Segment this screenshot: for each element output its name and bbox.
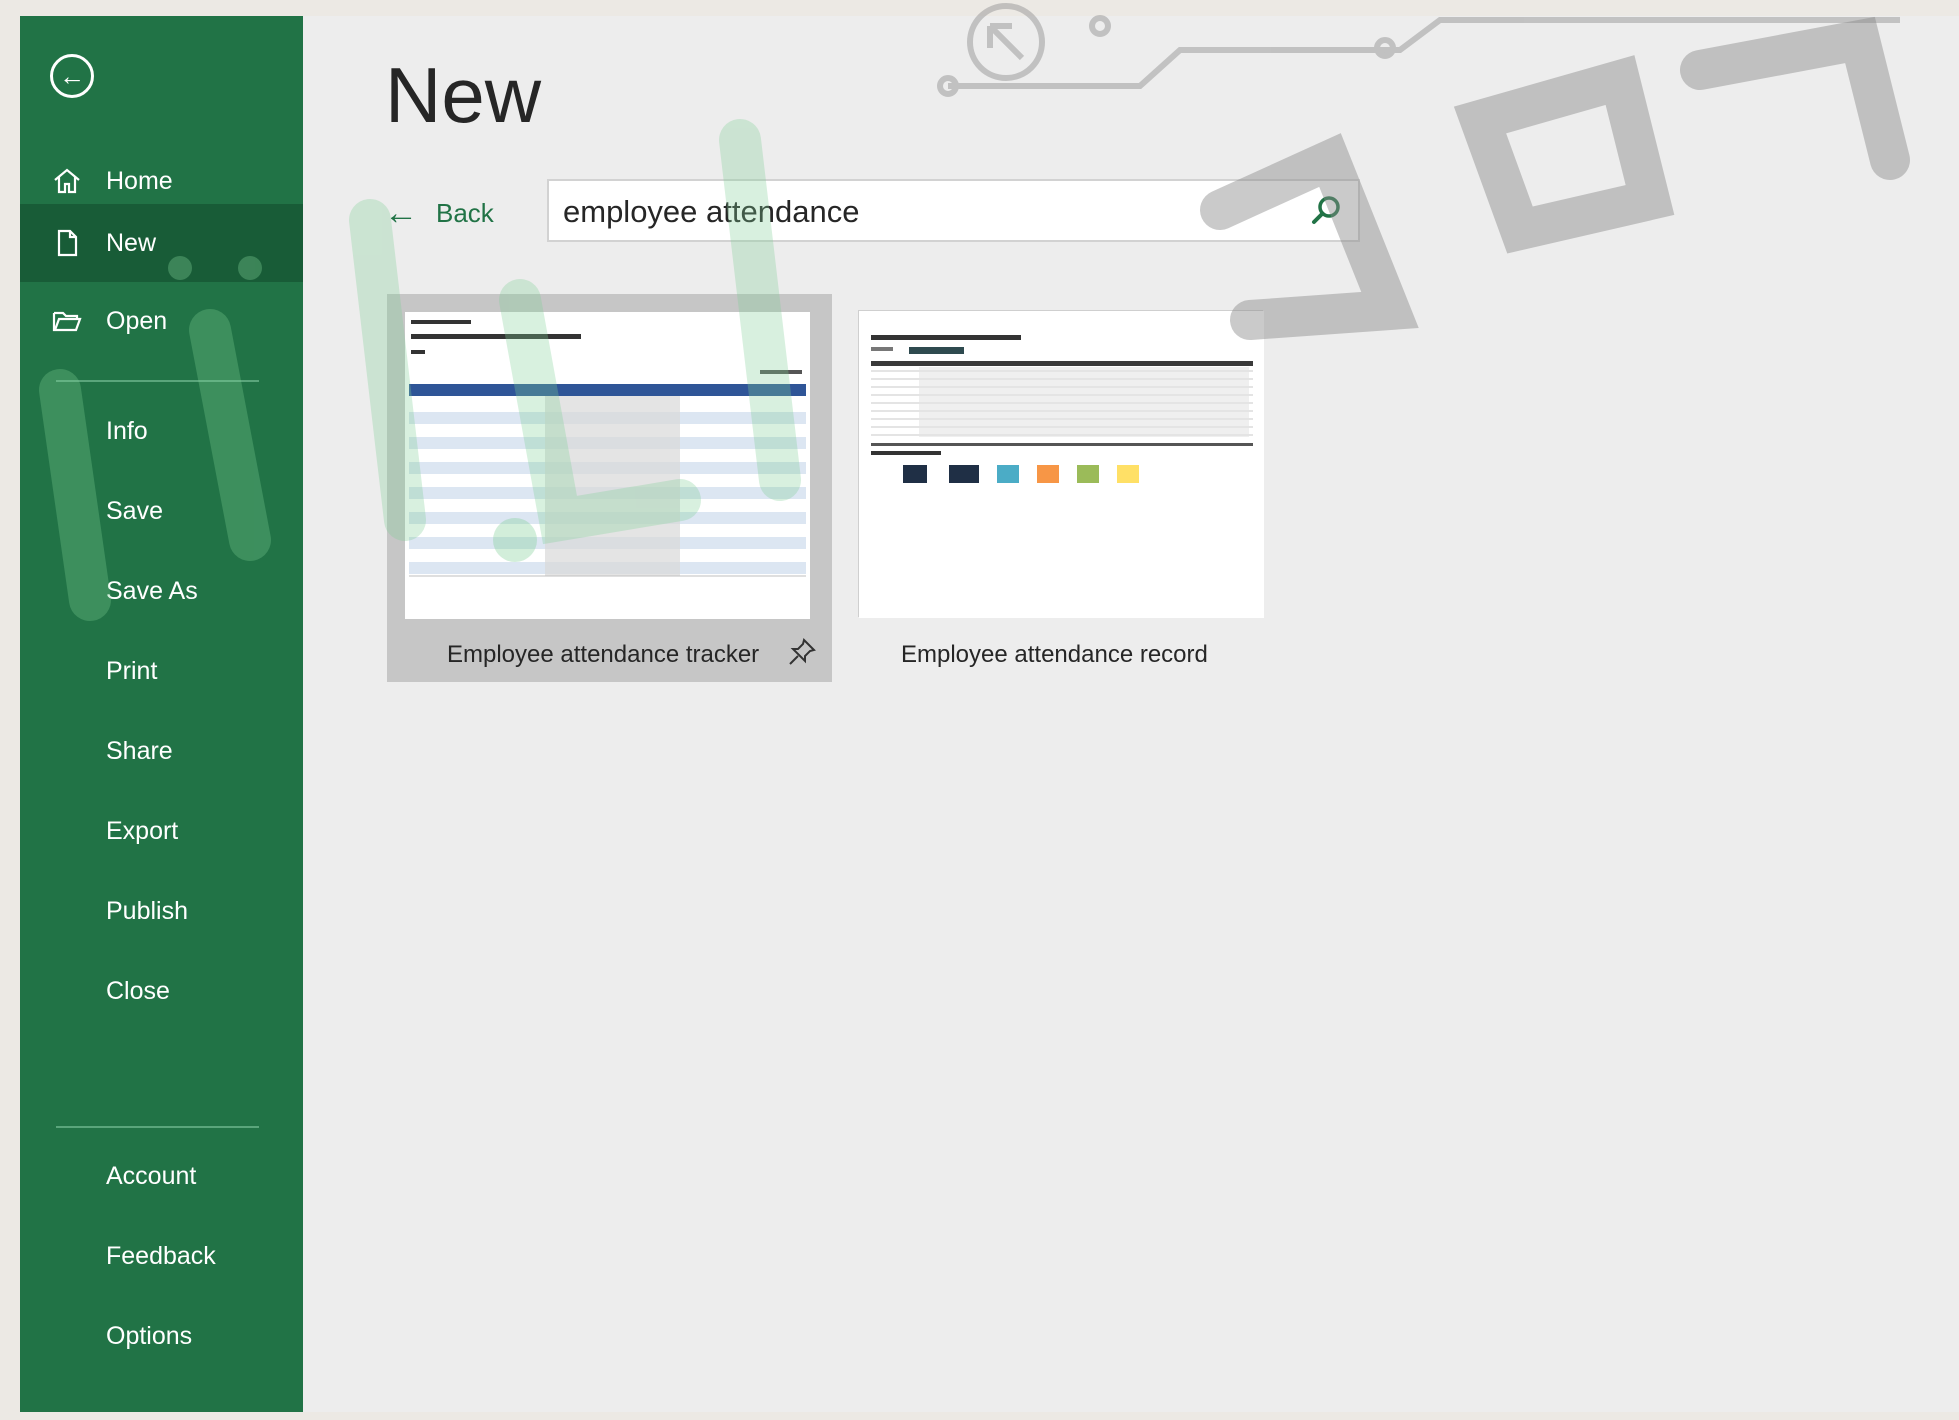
sidebar-divider bbox=[56, 380, 259, 382]
nav-share[interactable]: Share bbox=[20, 712, 303, 790]
search-icon[interactable] bbox=[1310, 193, 1344, 227]
new-document-icon bbox=[50, 226, 84, 260]
nav-print-label: Print bbox=[106, 656, 158, 685]
template-card-attendance-record[interactable]: Employee attendance record bbox=[858, 310, 1264, 682]
nav-feedback-label: Feedback bbox=[106, 1241, 216, 1270]
nav-publish-label: Publish bbox=[106, 896, 188, 925]
nav-info-label: Info bbox=[106, 416, 148, 445]
nav-publish[interactable]: Publish bbox=[20, 872, 303, 950]
nav-close-label: Close bbox=[106, 976, 170, 1005]
template-card-attendance-tracker[interactable]: Employee attendance tracker bbox=[387, 294, 832, 682]
nav-save[interactable]: Save bbox=[20, 472, 303, 550]
backstage-sidebar: ← Home New Open Info Save Save As Print … bbox=[20, 16, 303, 1412]
nav-account-label: Account bbox=[106, 1161, 197, 1190]
template-thumbnail bbox=[405, 312, 810, 619]
template-name: Employee attendance record bbox=[901, 641, 1208, 668]
nav-info[interactable]: Info bbox=[20, 392, 303, 470]
nav-new-label: New bbox=[106, 228, 157, 257]
nav-feedback[interactable]: Feedback bbox=[20, 1217, 303, 1295]
template-name: Employee attendance tracker bbox=[447, 641, 760, 668]
template-search-box[interactable] bbox=[547, 179, 1360, 242]
nav-share-label: Share bbox=[106, 736, 173, 765]
nav-save-as-label: Save As bbox=[106, 576, 198, 605]
nav-options[interactable]: Options bbox=[20, 1297, 303, 1375]
page-title: New bbox=[385, 51, 542, 139]
nav-export[interactable]: Export bbox=[20, 792, 303, 870]
nav-close[interactable]: Close bbox=[20, 952, 303, 1030]
nav-options-label: Options bbox=[106, 1321, 193, 1350]
nav-open-label: Open bbox=[106, 306, 168, 335]
home-icon bbox=[50, 164, 84, 198]
nav-home-label: Home bbox=[106, 166, 173, 195]
nav-export-label: Export bbox=[106, 816, 179, 845]
template-thumbnail bbox=[858, 310, 1264, 618]
nav-account[interactable]: Account bbox=[20, 1137, 303, 1215]
back-arrow-circle-icon[interactable]: ← bbox=[50, 54, 94, 98]
back-link[interactable]: ← Back bbox=[384, 196, 494, 230]
nav-print[interactable]: Print bbox=[20, 632, 303, 710]
open-folder-icon bbox=[50, 304, 84, 338]
back-arrow-icon: ← bbox=[384, 194, 418, 232]
pin-icon[interactable] bbox=[787, 637, 817, 667]
sidebar-divider-bottom bbox=[56, 1126, 259, 1128]
nav-save-as[interactable]: Save As bbox=[20, 552, 303, 630]
nav-save-label: Save bbox=[106, 496, 163, 525]
nav-new[interactable]: New bbox=[20, 204, 303, 282]
search-input[interactable] bbox=[561, 181, 1295, 242]
backstage-view: ← Home New Open Info Save Save As Print … bbox=[20, 16, 1959, 1412]
record-preview-image bbox=[859, 311, 1264, 618]
nav-open[interactable]: Open bbox=[20, 282, 303, 360]
tracker-preview-image bbox=[405, 312, 810, 619]
back-link-label: Back bbox=[436, 197, 494, 228]
